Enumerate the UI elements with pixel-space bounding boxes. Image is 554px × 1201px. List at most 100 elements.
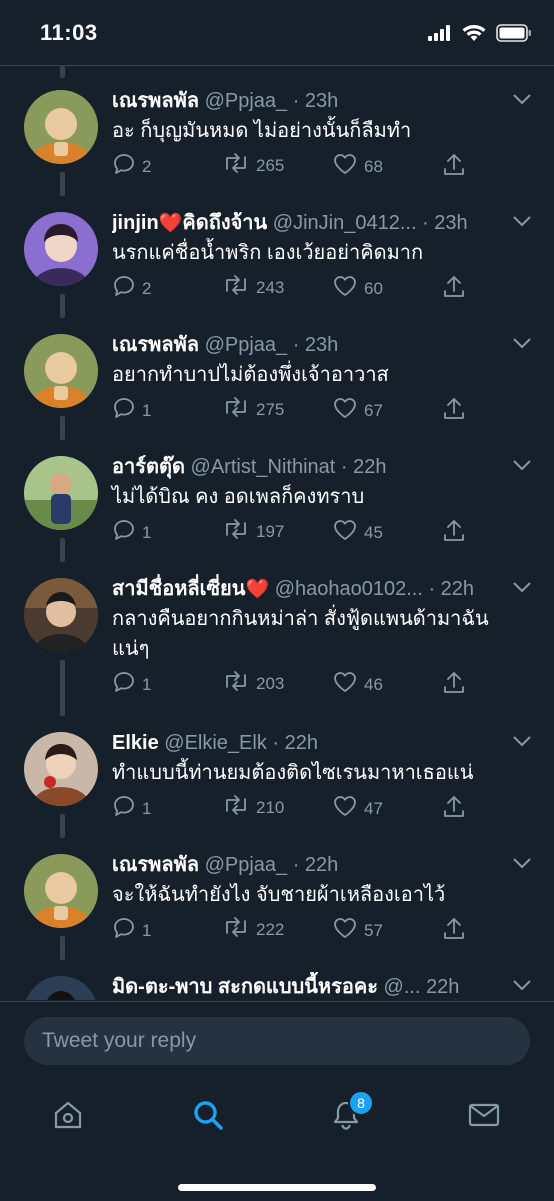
share-icon [442,152,466,183]
avatar[interactable] [24,456,98,530]
display-name[interactable]: มิด-ตะ-พาบ สะกดแบบนี้หรอคะ [112,976,378,998]
tweet[interactable]: jinjin❤️คิดถึงจ้าน @JinJin_0412... · 23h… [0,208,554,308]
reply-count: 1 [142,522,152,542]
like-button[interactable]: 60 [332,274,383,303]
share-button[interactable] [442,670,466,701]
display-name[interactable]: สามีชื่อหลี่เซี่ยน❤️ [112,578,269,600]
tweet-actions: 2 243 60 [112,274,472,304]
timestamp[interactable]: · 22h [293,854,339,876]
timestamp[interactable]: · 22h [428,578,474,600]
tweet-actions: 1 210 47 [112,794,472,824]
chevron-down-icon[interactable] [512,92,532,111]
chevron-down-icon[interactable] [512,214,532,233]
timestamp[interactable]: · 23h [293,90,339,112]
like-button[interactable]: 57 [332,916,383,945]
user-handle[interactable]: @haohao0102... [275,578,423,600]
tweet[interactable]: Elkie @Elkie_Elk · 22h ทำแบบนี้ท่านยมต้อ… [0,728,554,828]
like-button[interactable]: 45 [332,518,383,547]
reply-button[interactable]: 2 [112,152,151,181]
display-name[interactable]: อาร์ตตุ๊ด [112,456,185,478]
avatar[interactable] [24,854,98,928]
chevron-down-icon[interactable] [512,978,532,997]
tweet-header: มิด-ตะ-พาบ สะกดแบบนี้หรอคะ @... 22h [112,972,502,1000]
chevron-down-icon[interactable] [512,580,532,599]
display-name[interactable]: เณรพลพัล [112,90,199,112]
like-button[interactable]: 46 [332,670,383,699]
retweet-count: 210 [256,797,285,817]
reply-count: 2 [142,278,152,298]
retweet-icon [222,670,250,697]
tweet[interactable]: เณรพลพัล @Ppjaa_ · 23h อะ ก็บุญมันหมด ไม… [0,86,554,186]
avatar[interactable] [24,976,98,1000]
retweet-button[interactable]: 197 [222,518,284,545]
timestamp[interactable]: · 23h [293,334,339,356]
reply-feed[interactable]: เณรพลพัล @Ppjaa_ · 23h อะ ก็บุญมันหมด ไม… [0,66,554,1000]
reply-button[interactable]: 1 [112,670,151,699]
share-button[interactable] [442,152,466,183]
avatar[interactable] [24,578,98,652]
tweet[interactable]: สามีชื่อหลี่เซี่ยน❤️ @haohao0102... · 22… [0,574,554,704]
display-name[interactable]: Elkie [112,732,159,754]
retweet-button[interactable]: 203 [222,670,284,697]
retweet-button[interactable]: 275 [222,396,284,423]
tab-home[interactable] [38,1092,98,1142]
tweet-actions: 1 203 46 [112,670,472,700]
retweet-button[interactable]: 222 [222,916,284,943]
user-handle[interactable]: @Ppjaa_ [205,334,288,356]
user-handle[interactable]: @Elkie_Elk [164,732,267,754]
user-handle[interactable]: @JinJin_0412... [273,212,417,234]
display-name[interactable]: เณรพลพัล [112,854,199,876]
share-button[interactable] [442,396,466,427]
retweet-button[interactable]: 210 [222,794,284,821]
chevron-down-icon[interactable] [512,336,532,355]
reply-button[interactable]: 1 [112,396,151,425]
like-button[interactable]: 47 [332,794,383,823]
like-button[interactable]: 67 [332,396,383,425]
chevron-down-icon[interactable] [512,856,532,875]
like-button[interactable]: 68 [332,152,383,181]
signal-icon [428,25,452,46]
retweet-button[interactable]: 265 [222,152,284,179]
avatar[interactable] [24,212,98,286]
share-icon [442,274,466,305]
notification-badge: 8 [348,1090,374,1116]
user-handle[interactable]: @Ppjaa_ [205,90,288,112]
like-count: 45 [364,522,383,542]
reply-button[interactable]: 1 [112,916,151,945]
tweet[interactable]: มิด-ตะ-พาบ สะกดแบบนี้หรอคะ @... 22h [0,972,554,1000]
timestamp[interactable]: · 23h [422,212,468,234]
tweet[interactable]: เณรพลพัล @Ppjaa_ · 23h อยากทำบาปไม่ต้องพ… [0,330,554,430]
tab-messages[interactable] [454,1092,514,1142]
share-button[interactable] [442,794,466,825]
tweet[interactable]: เณรพลพัล @Ppjaa_ · 22h จะให้ฉันทำยังไง จ… [0,850,554,950]
timestamp[interactable]: · 22h [272,732,318,754]
tweet[interactable]: อาร์ตตุ๊ด @Artist_Nithinat · 22h ไม่ได้บ… [0,452,554,552]
chevron-down-icon[interactable] [512,458,532,477]
avatar[interactable] [24,334,98,408]
display-name[interactable]: เณรพลพัล [112,334,199,356]
reply-button[interactable]: 2 [112,274,151,303]
user-handle[interactable]: @Ppjaa_ [205,854,288,876]
share-icon [442,916,466,947]
avatar[interactable] [24,90,98,164]
chevron-down-icon[interactable] [512,734,532,753]
tab-notifications[interactable]: 8 [316,1090,376,1142]
avatar[interactable] [24,732,98,806]
user-handle[interactable]: @Artist_Nithinat [191,456,336,478]
tab-search[interactable] [178,1092,238,1142]
timestamp[interactable]: 22h [426,976,459,998]
tweet-actions: 1 275 67 [112,396,472,426]
tweet-reply-input[interactable] [24,1017,530,1065]
tweet-header: เณรพลพัล @Ppjaa_ · 23h [112,330,502,360]
reply-count: 1 [142,798,152,818]
share-button[interactable] [442,518,466,549]
display-name[interactable]: jinjin❤️คิดถึงจ้าน [112,212,267,234]
timestamp[interactable]: · 22h [341,456,387,478]
share-button[interactable] [442,916,466,947]
share-button[interactable] [442,274,466,305]
reply-button[interactable]: 1 [112,518,151,547]
reply-count: 2 [142,156,152,176]
reply-button[interactable]: 1 [112,794,151,823]
retweet-button[interactable]: 243 [222,274,284,301]
user-handle[interactable]: @... [384,976,421,998]
